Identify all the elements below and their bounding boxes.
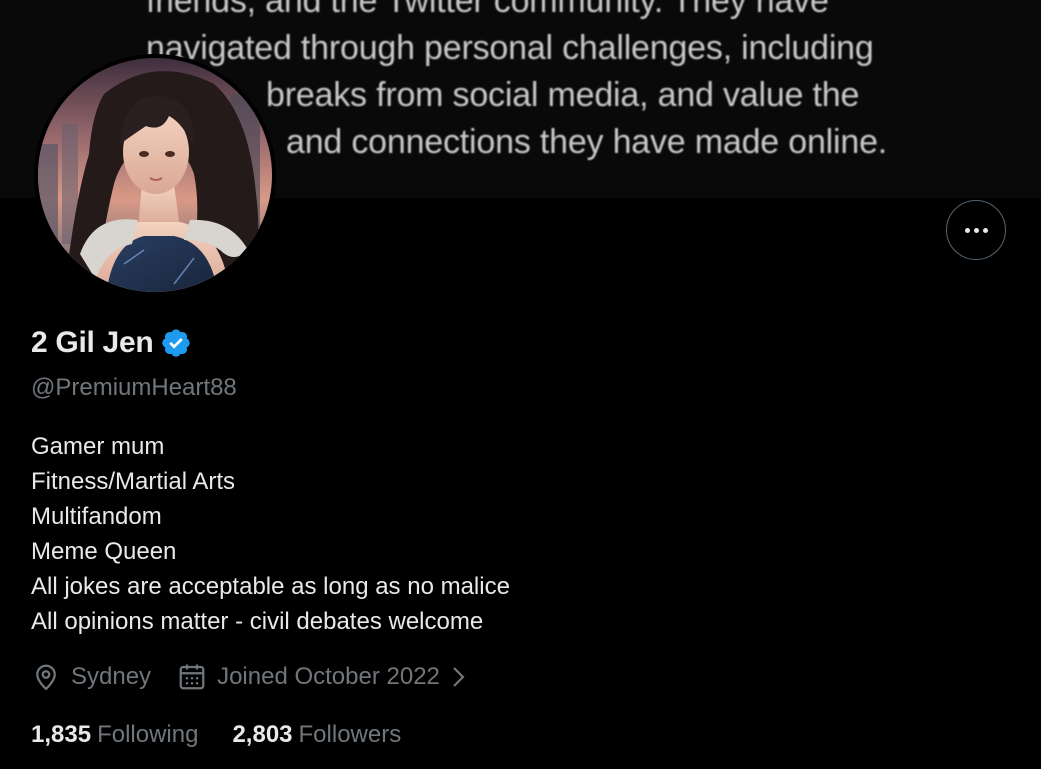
followers-count: 2,803 xyxy=(232,721,293,748)
avatar-image xyxy=(38,58,272,292)
more-horizontal-icon xyxy=(964,227,970,233)
bio-line: Meme Queen xyxy=(31,538,177,565)
name-row: 2 Gil Jen xyxy=(31,326,192,360)
location: Sydney xyxy=(31,662,151,692)
username-handle: @PremiumHeart88 xyxy=(31,374,237,401)
follow-stats: 1,835 Following 2,803 Followers xyxy=(31,721,401,749)
profile-bio: Gamer mum Fitness/Martial Arts Multifand… xyxy=(31,429,510,639)
bio-line: Gamer mum xyxy=(31,433,165,460)
profile-meta: Sydney Joined October 2022 xyxy=(31,662,470,692)
bio-line: All opinions matter - civil debates welc… xyxy=(31,608,484,635)
calendar-icon xyxy=(179,664,205,690)
location-text: Sydney xyxy=(71,663,152,690)
bio-line: Fitness/Martial Arts xyxy=(31,468,236,495)
more-horizontal-icon xyxy=(973,227,979,233)
joined-date[interactable]: Joined October 2022 xyxy=(177,662,470,692)
more-options-button[interactable] xyxy=(946,200,1006,260)
banner-line: friends, and the Twitter community. They… xyxy=(146,0,829,20)
more-horizontal-icon xyxy=(982,227,988,233)
followers-link[interactable]: 2,803 Followers xyxy=(232,721,401,749)
following-link[interactable]: 1,835 Following xyxy=(31,721,198,749)
display-name: 2 Gil Jen xyxy=(31,326,154,359)
bio-line: Multifandom xyxy=(31,503,162,530)
followers-label: Followers xyxy=(298,721,402,748)
chevron-right-icon[interactable] xyxy=(448,664,470,690)
bio-line: All jokes are acceptable as long as no m… xyxy=(31,573,510,600)
avatar[interactable] xyxy=(34,54,276,296)
following-label: Following xyxy=(97,721,199,748)
joined-text: Joined October 2022 xyxy=(217,663,440,690)
following-count: 1,835 xyxy=(31,721,92,748)
verified-badge-icon[interactable] xyxy=(160,327,192,359)
location-pin-icon xyxy=(36,664,56,691)
